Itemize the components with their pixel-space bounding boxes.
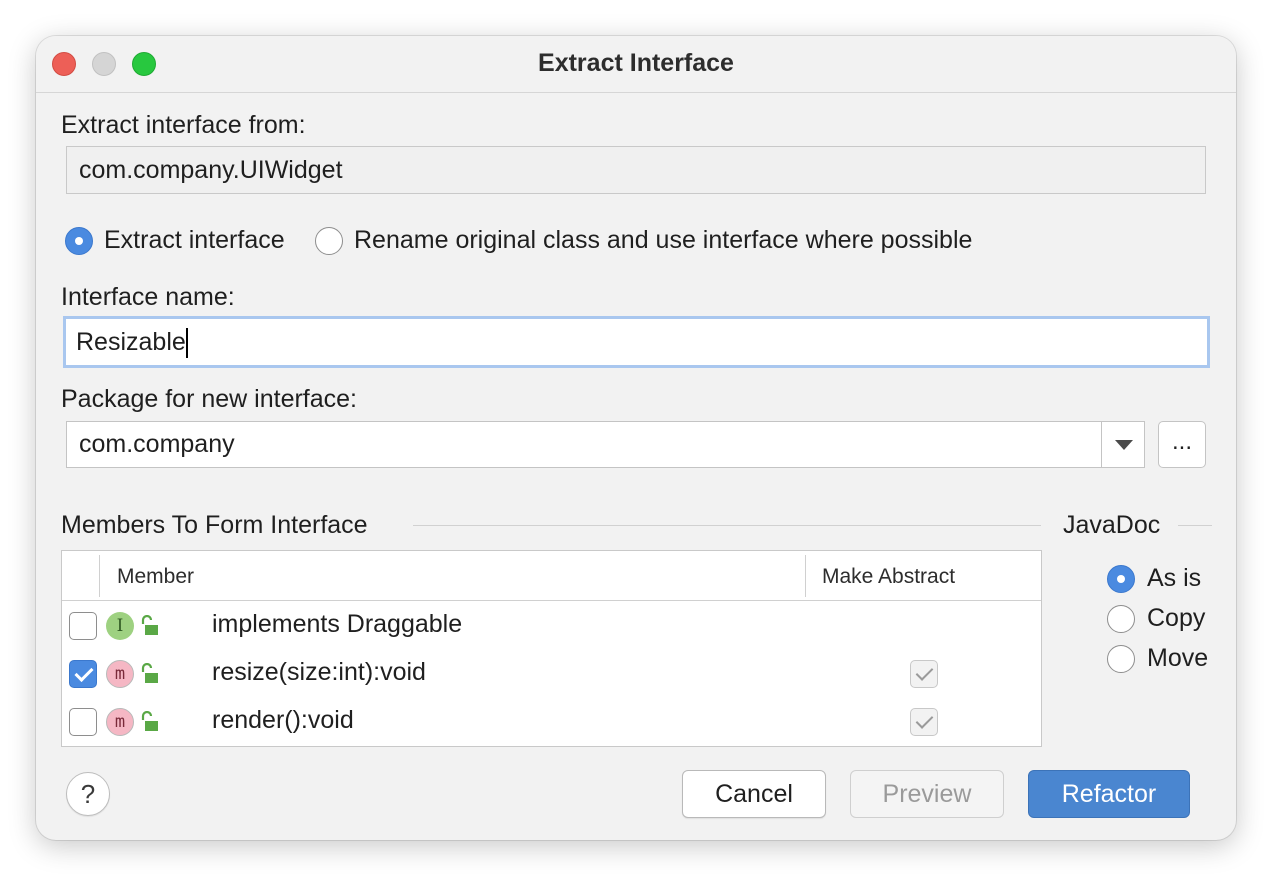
method-icon: m xyxy=(106,660,134,688)
method-icon: m xyxy=(106,708,134,736)
member-checkbox[interactable] xyxy=(69,612,97,640)
interface-name-value: Resizable xyxy=(76,328,186,356)
member-checkbox[interactable] xyxy=(69,708,97,736)
dialog-title: Extract Interface xyxy=(538,49,734,77)
javadoc-move-radio[interactable] xyxy=(1107,645,1135,673)
browse-package-button[interactable]: ... xyxy=(1158,421,1206,468)
make-abstract-column-header[interactable]: Make Abstract xyxy=(822,565,955,589)
javadoc-as-is-label[interactable]: As is xyxy=(1147,564,1201,593)
interface-name-label: Interface name: xyxy=(61,283,235,311)
members-separator xyxy=(413,525,1041,526)
rename-original-radio[interactable] xyxy=(315,227,343,255)
rename-original-radio-label[interactable]: Rename original class and use interface … xyxy=(354,226,972,255)
members-table: Member Make Abstract I implements Dragga… xyxy=(61,550,1042,747)
member-checkbox[interactable] xyxy=(69,660,97,688)
title-bar: Extract Interface xyxy=(36,36,1236,93)
checkbox-column-divider xyxy=(99,555,100,597)
member-column-header[interactable]: Member xyxy=(117,565,194,589)
extract-from-field: com.company.UIWidget xyxy=(66,146,1206,194)
unlocked-icon xyxy=(141,663,158,683)
package-value: com.company xyxy=(79,430,235,458)
chevron-down-icon xyxy=(1115,440,1133,450)
header-divider xyxy=(62,600,1041,601)
unlocked-icon xyxy=(141,711,158,731)
interface-name-input[interactable]: Resizable xyxy=(63,316,1210,368)
javadoc-copy-label[interactable]: Copy xyxy=(1147,604,1205,633)
interface-icon: I xyxy=(106,612,134,640)
extract-interface-dialog: Extract Interface Extract interface from… xyxy=(36,36,1236,840)
extract-from-value: com.company.UIWidget xyxy=(79,156,343,184)
member-name: implements Draggable xyxy=(212,610,463,638)
column-divider xyxy=(805,555,806,597)
make-abstract-checkbox xyxy=(910,708,938,736)
preview-button: Preview xyxy=(850,770,1004,818)
package-combobox[interactable]: com.company xyxy=(66,421,1145,468)
package-label: Package for new interface: xyxy=(61,385,357,413)
javadoc-move-label[interactable]: Move xyxy=(1147,644,1208,673)
javadoc-separator xyxy=(1178,525,1212,526)
cancel-button[interactable]: Cancel xyxy=(682,770,826,818)
package-dropdown-button[interactable] xyxy=(1101,422,1145,467)
members-section-title: Members To Form Interface xyxy=(61,511,368,539)
extract-interface-radio[interactable] xyxy=(65,227,93,255)
text-cursor xyxy=(185,328,188,359)
help-button[interactable]: ? xyxy=(66,772,110,816)
member-name: resize(size:int):void xyxy=(212,658,426,686)
make-abstract-checkbox xyxy=(910,660,938,688)
refactor-button[interactable]: Refactor xyxy=(1028,770,1190,818)
extract-interface-radio-label[interactable]: Extract interface xyxy=(104,226,285,255)
javadoc-as-is-radio[interactable] xyxy=(1107,565,1135,593)
member-name: render():void xyxy=(212,706,354,734)
unlocked-icon xyxy=(141,615,158,635)
javadoc-copy-radio[interactable] xyxy=(1107,605,1135,633)
extract-from-label: Extract interface from: xyxy=(61,111,306,139)
javadoc-section-title: JavaDoc xyxy=(1063,511,1161,539)
